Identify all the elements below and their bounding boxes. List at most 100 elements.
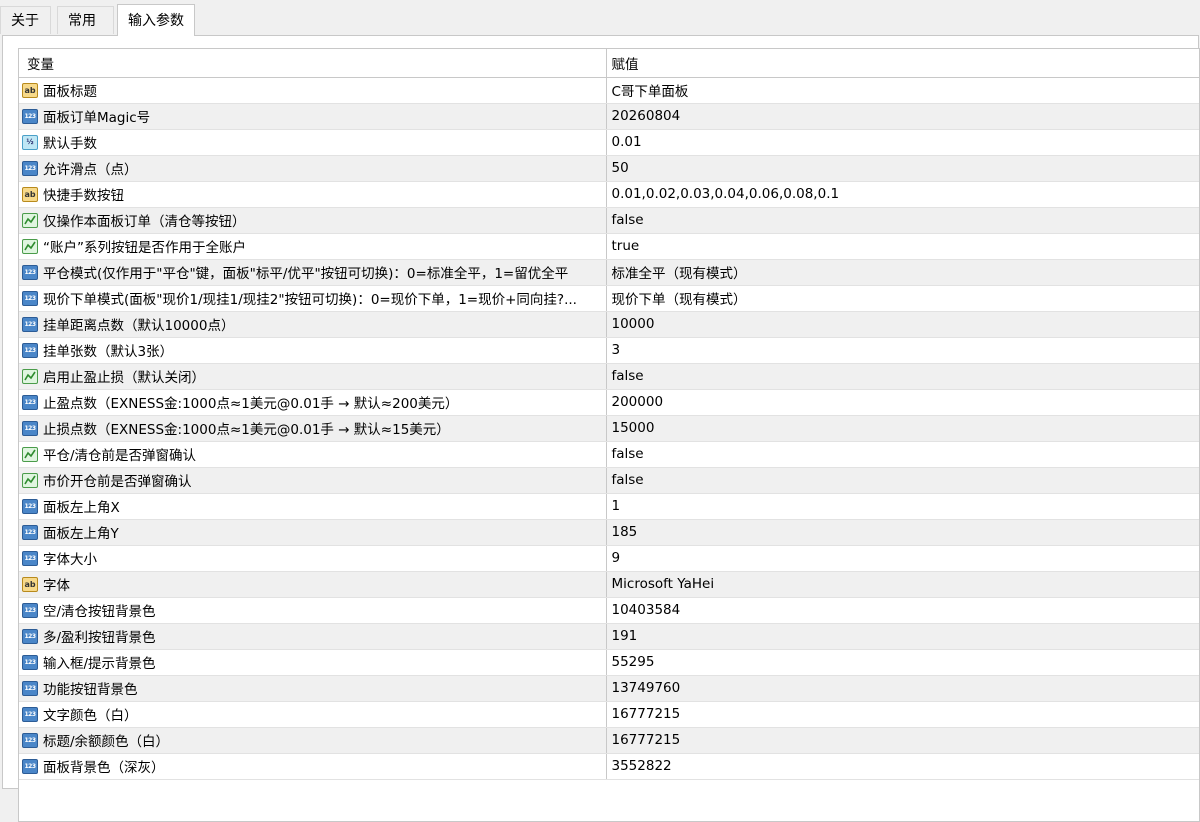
parameter-name-cell[interactable]: 123 面板左上角Y [19,519,606,546]
parameter-value[interactable]: Microsoft YaHei [605,571,1199,598]
parameter-name: 面板背景色（深灰） [43,760,165,776]
table-row[interactable]: 123 平仓模式(仅作用于"平仓"键，面板"标平/优平"按钮可切换)：0=标准全平… [19,259,1199,286]
tab-about[interactable]: 关于 [0,6,51,34]
tab-input-parameters[interactable]: 输入参数 [117,4,195,36]
table-row[interactable]: 123 输入框/提示背景色 55295 [19,649,1199,676]
parameter-name-cell[interactable]: 123 挂单张数（默认3张） [19,337,606,364]
table-header-row: 变量 赋值 [19,49,1199,78]
column-header-value[interactable]: 赋值 [605,49,1199,78]
table-row[interactable]: ab 字体 Microsoft YaHei [19,571,1199,598]
parameter-value[interactable]: true [605,233,1199,260]
column-header-variable[interactable]: 变量 [19,49,606,78]
table-row[interactable]: 123 面板背景色（深灰） 3552822 [19,753,1199,780]
parameter-name-cell[interactable]: ab 面板标题 [19,77,606,104]
parameter-name-cell[interactable]: 123 现价下单模式(面板"现价1/现挂1/现挂2"按钮可切换)：0=现价下单，1… [19,285,606,312]
tab-common[interactable]: 常用 [57,6,114,34]
table-row[interactable]: 123 挂单距离点数（默认10000点） 10000 [19,311,1199,338]
parameter-name-cell[interactable]: ab 快捷手数按钮 [19,181,606,208]
parameter-name-cell[interactable]: 123 空/清仓按钮背景色 [19,597,606,624]
parameter-name-cell[interactable]: ab 字体 [19,571,606,598]
parameter-name-cell[interactable]: 123 止损点数（EXNESS金:1000点≈1美元@0.01手 → 默认≈15美… [19,415,606,442]
parameter-name-cell[interactable]: 123 标题/余额颜色（白） [19,727,606,754]
parameter-value[interactable]: 10000 [605,311,1199,338]
parameter-name-cell[interactable]: ½ 默认手数 [19,129,606,156]
parameter-name: 市价开仓前是否弹窗确认 [43,474,192,490]
parameter-name-cell[interactable]: 123 面板订单Magic号 [19,103,606,130]
parameter-value[interactable]: 15000 [605,415,1199,442]
parameter-value[interactable]: false [605,441,1199,468]
table-row[interactable]: 启用止盈止损（默认关闭） false [19,363,1199,390]
parameter-value[interactable]: 10403584 [605,597,1199,624]
parameter-value[interactable]: 13749760 [605,675,1199,702]
integer-type-icon: 123 [22,160,38,176]
parameter-value[interactable]: false [605,467,1199,494]
parameter-name: “账户”系列按钮是否作用于全账户 [43,240,246,256]
table-row[interactable]: 123 面板左上角Y 185 [19,519,1199,546]
parameter-value[interactable]: 0.01,0.02,0.03,0.04,0.06,0.08,0.1 [605,181,1199,208]
table-row[interactable]: 123 面板左上角X 1 [19,493,1199,520]
table-row[interactable]: 123 允许滑点（点） 50 [19,155,1199,182]
table-row[interactable]: 123 面板订单Magic号 20260804 [19,103,1199,130]
parameter-name-cell[interactable]: 市价开仓前是否弹窗确认 [19,467,606,494]
parameter-value[interactable]: C哥下单面板 [605,77,1199,104]
parameter-name-cell[interactable]: 123 字体大小 [19,545,606,572]
parameter-name-wrapper: 123 功能按钮背景色 [19,676,606,701]
parameter-value[interactable]: 现价下单（现有模式） [605,285,1199,312]
parameter-value[interactable]: 0.01 [605,129,1199,156]
parameter-value[interactable]: 200000 [605,389,1199,416]
table-row[interactable]: 市价开仓前是否弹窗确认 false [19,467,1199,494]
parameter-name-cell[interactable]: 123 止盈点数（EXNESS金:1000点≈1美元@0.01手 → 默认≈200… [19,389,606,416]
integer-type-icon: 123 [22,654,38,670]
parameter-value[interactable]: 20260804 [605,103,1199,130]
parameter-value[interactable]: 16777215 [605,701,1199,728]
table-row[interactable]: 123 空/清仓按钮背景色 10403584 [19,597,1199,624]
parameter-name-cell[interactable]: 123 面板背景色（深灰） [19,753,606,780]
parameter-name-cell[interactable]: 123 面板左上角X [19,493,606,520]
table-row[interactable]: ab 快捷手数按钮 0.01,0.02,0.03,0.04,0.06,0.08,0.… [19,181,1199,208]
parameter-value[interactable]: 9 [605,545,1199,572]
parameter-name-cell[interactable]: 启用止盈止损（默认关闭） [19,363,606,390]
table-row[interactable]: 123 挂单张数（默认3张） 3 [19,337,1199,364]
parameter-value[interactable]: 3552822 [605,753,1199,780]
parameter-value[interactable]: 50 [605,155,1199,182]
table-row[interactable]: 123 标题/余额颜色（白） 16777215 [19,727,1199,754]
parameter-name-cell[interactable]: 123 允许滑点（点） [19,155,606,182]
table-row[interactable]: 123 现价下单模式(面板"现价1/现挂1/现挂2"按钮可切换)：0=现价下单，1… [19,285,1199,312]
table-row[interactable]: 123 文字颜色（白） 16777215 [19,701,1199,728]
parameter-value[interactable]: false [605,363,1199,390]
table-row[interactable]: “账户”系列按钮是否作用于全账户 true [19,233,1199,260]
parameter-name-cell[interactable]: 仅操作本面板订单（清仓等按钮） [19,207,606,234]
parameter-name-cell[interactable]: 123 文字颜色（白） [19,701,606,728]
table-row[interactable]: 123 止盈点数（EXNESS金:1000点≈1美元@0.01手 → 默认≈200… [19,389,1199,416]
table-row[interactable]: 123 功能按钮背景色 13749760 [19,675,1199,702]
string-type-icon: ab [22,576,38,592]
table-row[interactable]: 仅操作本面板订单（清仓等按钮） false [19,207,1199,234]
parameter-name-cell[interactable]: 123 输入框/提示背景色 [19,649,606,676]
parameter-name-cell[interactable]: 平仓/清仓前是否弹窗确认 [19,441,606,468]
parameter-value[interactable]: 55295 [605,649,1199,676]
parameter-value[interactable]: 3 [605,337,1199,364]
parameter-value[interactable]: false [605,207,1199,234]
parameter-name: 标题/余额颜色（白） [43,734,170,750]
parameter-name-wrapper: 123 输入框/提示背景色 [19,650,606,675]
parameter-value[interactable]: 1 [605,493,1199,520]
parameter-name-cell[interactable]: “账户”系列按钮是否作用于全账户 [19,233,606,260]
parameter-value[interactable]: 185 [605,519,1199,546]
parameter-name-cell[interactable]: 123 挂单距离点数（默认10000点） [19,311,606,338]
integer-type-icon: 123 [22,498,38,514]
parameter-name-cell[interactable]: 123 平仓模式(仅作用于"平仓"键，面板"标平/优平"按钮可切换)：0=标准全平… [19,259,606,286]
table-row[interactable]: 123 字体大小 9 [19,545,1199,572]
parameter-value[interactable]: 191 [605,623,1199,650]
parameter-name-cell[interactable]: 123 多/盈利按钮背景色 [19,623,606,650]
parameter-value[interactable]: 16777215 [605,727,1199,754]
table-row[interactable]: ab 面板标题 C哥下单面板 [19,77,1199,104]
table-row[interactable]: 123 止损点数（EXNESS金:1000点≈1美元@0.01手 → 默认≈15美… [19,415,1199,442]
parameter-name-cell[interactable]: 123 功能按钮背景色 [19,675,606,702]
parameter-name-wrapper: 123 面板左上角X [19,494,606,519]
table-row[interactable]: 平仓/清仓前是否弹窗确认 false [19,441,1199,468]
parameter-name-wrapper: 123 平仓模式(仅作用于"平仓"键，面板"标平/优平"按钮可切换)：0=标准全平… [19,260,606,285]
tab-bar: 关于 常用 输入参数 [0,0,1200,36]
parameter-value[interactable]: 标准全平（现有模式） [605,259,1199,286]
table-row[interactable]: ½ 默认手数 0.01 [19,129,1199,156]
table-row[interactable]: 123 多/盈利按钮背景色 191 [19,623,1199,650]
